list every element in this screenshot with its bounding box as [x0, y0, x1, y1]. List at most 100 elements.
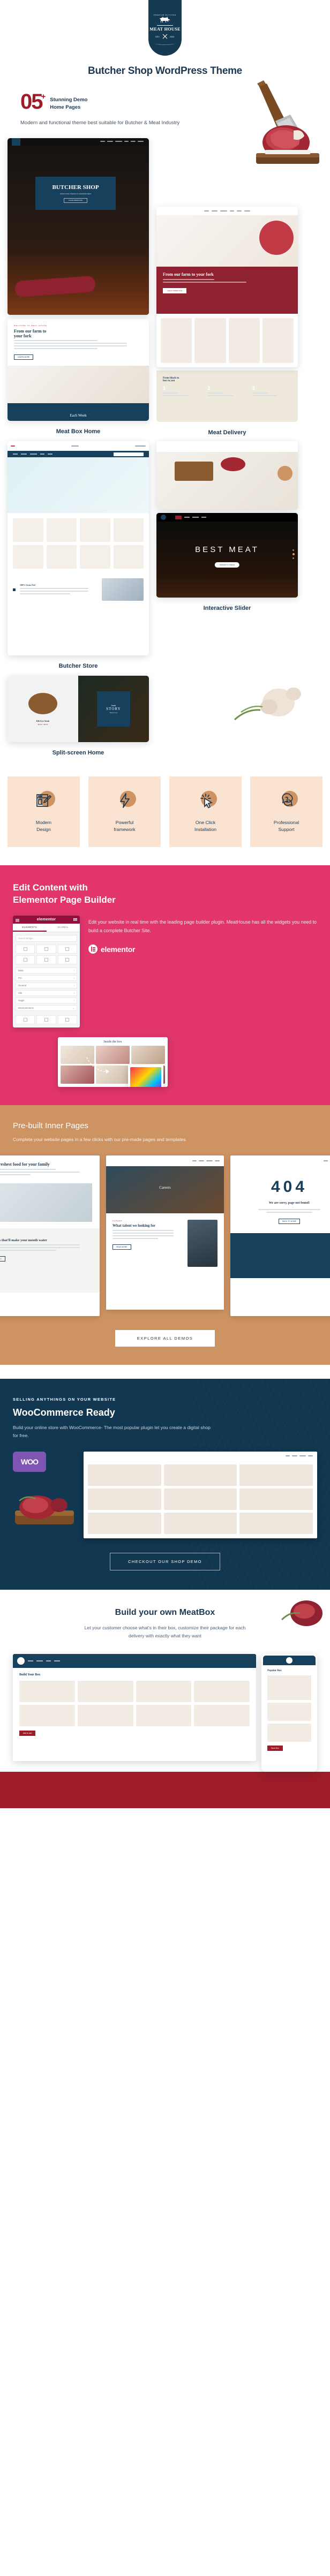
mock-navbar — [13, 1654, 256, 1668]
meatbox-mobile-screenshot[interactable]: Popular Box Save Box — [261, 1654, 317, 1772]
cow-icon — [159, 16, 171, 25]
widget-tile[interactable] — [36, 945, 56, 954]
elementor-tabs: ELEMENTS GLOBAL — [13, 924, 80, 932]
demo-preview-headline: From our farm to your fork — [163, 272, 214, 277]
feature-card-modern-design[interactable]: Modern Design — [8, 776, 80, 847]
meatbox-section: Build your own MeatBox Let your customer… — [0, 1590, 330, 1772]
tab-global[interactable]: GLOBAL — [47, 924, 80, 932]
widget-category[interactable]: General › — [16, 983, 77, 988]
product-card[interactable] — [163, 1489, 237, 1510]
feature-label: One Click Installation — [194, 820, 217, 832]
garlic-decoration — [156, 676, 301, 740]
widget-tile[interactable] — [57, 955, 77, 964]
widget-tile[interactable] — [16, 955, 35, 964]
product-card[interactable] — [239, 1513, 313, 1534]
logo-est-row: EST. 2020 — [155, 33, 174, 41]
logo-arc-text: PREMIUM BUTCHER — [153, 13, 177, 16]
meatbox-add-to-cart[interactable]: Add to cart — [19, 1731, 36, 1736]
product-card[interactable] — [88, 1464, 161, 1486]
demo-screenshot-meat-delivery[interactable]: From our farm to your fork CHECK ORDER N… — [156, 207, 298, 367]
product-card[interactable] — [239, 1489, 313, 1510]
woocommerce-section: SELLING ANYTHINGS ON YOUR WEBSITE WooCom… — [0, 1379, 330, 1590]
product-card[interactable] — [239, 1464, 313, 1486]
inner-card-cta[interactable]: READ MORE — [112, 1244, 131, 1250]
widget-tile[interactable] — [57, 945, 77, 954]
demo-label-meat-delivery: Meat Delivery — [208, 429, 246, 436]
demo-screenshot-interactive-slider-top[interactable] — [156, 441, 298, 510]
demo-screenshot-meat-delivery-lower[interactable]: From block to box to you 1 2 3 — [156, 371, 298, 422]
color-gradient-field[interactable] — [130, 1067, 161, 1087]
widget-tile[interactable] — [16, 1015, 35, 1024]
demo-preview-cta[interactable]: PLACE ORDER NOW — [64, 198, 87, 203]
explore-all-demos-button[interactable]: EXPLORE ALL DEMOS — [115, 1330, 215, 1347]
inner-pages-subtitle: Complete your website pages in a few cli… — [13, 1137, 187, 1142]
mock-navbar-main — [8, 451, 149, 457]
inner-page-card-recipes[interactable]: The freshest food for your family RECIPE… — [0, 1155, 100, 1316]
elementor-logo: elementor — [88, 945, 317, 954]
meatbox-save-box[interactable]: Save Box — [267, 1746, 283, 1751]
mock-navbar — [84, 1452, 317, 1460]
meatbox-screenshots: Build Your Box Add to cart Popular Box S… — [13, 1654, 317, 1772]
feature-card-professional-support[interactable]: Professional Support — [250, 776, 322, 847]
demo-label-interactive-slider: Interactive Slider — [203, 605, 251, 611]
demo-column-left: BUTCHER SHOP TRADITIONAL STEAKS OF SUPER… — [8, 138, 149, 435]
logo-name: MEAT HOUSE — [149, 27, 181, 32]
elementor-logo-text: elementor — [101, 945, 136, 954]
widget-search-input[interactable]: Search Widget... — [16, 935, 77, 942]
tab-elements[interactable]: ELEMENTS — [13, 924, 47, 932]
checkout-shop-demo-button[interactable]: CHECKOUT OUR SHOP DEMO — [110, 1553, 220, 1570]
product-card[interactable] — [88, 1513, 161, 1534]
lightning-bolt-icon — [112, 788, 137, 813]
inner-card-headline: We are sorry, page not found! — [268, 1202, 310, 1205]
logo-dotted-arc — [155, 42, 175, 46]
feature-card-one-click-installation[interactable]: One Click Installation — [169, 776, 242, 847]
product-card[interactable] — [163, 1464, 237, 1486]
demo-label-meat-box-home: Meat Box Home — [56, 428, 101, 435]
widget-category[interactable]: Site › — [16, 990, 77, 996]
widget-category[interactable]: Pro › — [16, 975, 77, 981]
color-picker[interactable] — [128, 1065, 163, 1087]
widget-grid — [13, 945, 80, 968]
elementor-live-preview[interactable]: Inside the box — [58, 1037, 168, 1087]
preview-cell — [131, 1046, 165, 1064]
widget-tile[interactable] — [36, 955, 56, 964]
inner-card-cta[interactable]: READ ALL — [0, 1256, 6, 1261]
product-card[interactable] — [163, 1513, 237, 1534]
demo-preview-cta[interactable]: CHECK ORDER NOW — [163, 288, 187, 293]
product-card[interactable] — [88, 1489, 161, 1510]
demo-screenshot-meat-box-home[interactable]: BUTCHER SHOP TRADITIONAL STEAKS OF SUPER… — [8, 138, 149, 315]
meat-decoration — [279, 1595, 327, 1635]
logo-badge: PREMIUM BUTCHER MEAT HOUSE EST. 2020 — [148, 0, 182, 56]
widget-category[interactable]: Single › — [16, 998, 77, 1003]
demo-column-right: From our farm to your fork CHECK ORDER N… — [156, 138, 298, 436]
widget-tile[interactable] — [16, 945, 35, 954]
feature-label: Professional Support — [273, 820, 299, 832]
widget-category[interactable]: Basic › — [16, 968, 77, 973]
demo-screenshot-interactive-slider[interactable]: BEST MEAT PERFECTLY FRESH — [156, 513, 298, 598]
elementor-description: Edit your website in real time with the … — [88, 919, 317, 933]
meatbox-builder-screenshot[interactable]: Build Your Box Add to cart — [13, 1654, 256, 1761]
demo-gallery: BUTCHER SHOP TRADITIONAL STEAKS OF SUPER… — [0, 138, 330, 756]
click-cursor-icon — [193, 788, 218, 813]
feature-card-powerful-framework[interactable]: Powerful framework — [88, 776, 161, 847]
demo-screenshot-meat-box-home-lower[interactable]: WELCOME TO MEAT HOUSE From our farm to yo… — [8, 319, 149, 421]
meatbox-panel-title: Build Your Box — [19, 1673, 41, 1676]
woo-logo: WOO — [13, 1452, 46, 1472]
feature-label: Powerful framework — [114, 820, 136, 832]
meat-board-photo — [13, 1485, 77, 1539]
widget-category[interactable]: WooCommerce ⌄ — [16, 1005, 77, 1011]
mock-navbar — [230, 1155, 330, 1166]
widget-tile[interactable] — [57, 1015, 77, 1024]
demo-screenshot-split-screen-home[interactable]: Rib Eye Steak $24.00 – $46.00 Steak STOR… — [8, 676, 149, 742]
inner-page-card-careers[interactable]: Careers CAREER What talent we looking fo… — [106, 1155, 224, 1310]
inner-card-cta[interactable]: BACK TO HOME — [279, 1219, 300, 1224]
demo-screenshot-butcher-store[interactable]: 100% Grass-Fed — [8, 441, 149, 655]
hero-subtitle: Modern and functional theme best suitabl… — [20, 120, 180, 126]
woocommerce-shop-screenshot[interactable] — [84, 1452, 317, 1538]
inner-page-card-404[interactable]: 404 We are sorry, page not found! BACK T… — [230, 1155, 330, 1316]
widget-category-list: Basic › Pro › General › Site › Single › WooCo… — [13, 968, 80, 1015]
elementor-widget-panel[interactable]: elementor ELEMENTS GLOBAL Search Widget.… — [13, 916, 80, 1028]
widget-tile[interactable] — [36, 1015, 56, 1024]
logo-est-right: 2020 — [169, 36, 175, 39]
page-title: Butcher Shop WordPress Theme — [88, 65, 242, 77]
